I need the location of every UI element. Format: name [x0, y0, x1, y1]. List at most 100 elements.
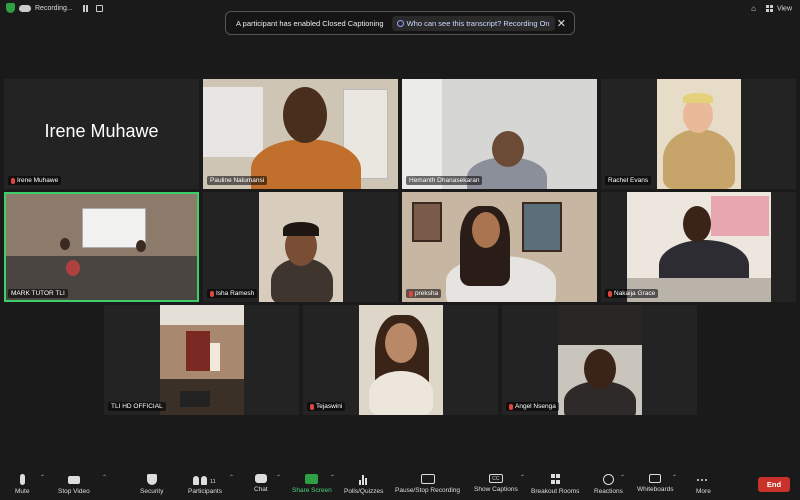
microphone-icon [19, 474, 25, 485]
video-tile[interactable]: Rachel Evans [601, 79, 796, 189]
reactions-label: Reactions [594, 488, 623, 495]
stop-video-label: Stop Video [58, 488, 90, 495]
video-feed [657, 79, 741, 189]
chevron-up-icon[interactable]: ⌃ [330, 474, 335, 481]
video-feed [203, 79, 398, 189]
top-right-controls: ⌂ View [751, 4, 792, 13]
video-tile[interactable]: Angel Nsenga [502, 305, 697, 415]
zoom-meeting-window: Recording... ⌂ View A participant has en… [0, 0, 800, 500]
close-icon[interactable]: ✕ [557, 17, 566, 30]
video-tile-active-speaker[interactable]: MARK TUTOR TLI [4, 192, 199, 302]
mute-button[interactable]: Mute [15, 474, 29, 495]
show-captions-label: Show Captions [474, 486, 518, 493]
breakout-rooms-button[interactable]: Breakout Rooms [531, 474, 579, 495]
caption-message: A participant has enabled Closed Caption… [236, 18, 384, 28]
video-tile[interactable]: Hemanth Dhanasekaran [402, 79, 597, 189]
video-feed [6, 194, 197, 300]
pause-stop-recording-label: Pause/Stop Recording [395, 487, 461, 494]
video-tile[interactable]: Tejaswini [303, 305, 498, 415]
video-feed [359, 305, 443, 415]
smiley-icon [602, 474, 614, 485]
participant-display-name: Irene Muhawe [44, 121, 159, 141]
polls-label: Polls/Quizzes [344, 488, 384, 495]
participants-label: Participants [188, 488, 222, 495]
video-feed [627, 192, 771, 302]
participant-name-label: Angel Nsenga [506, 402, 559, 411]
closed-captions-icon: CC [488, 474, 503, 483]
participant-name-label: MARK TUTOR TLI [8, 289, 68, 298]
security-label: Security [140, 488, 164, 495]
person-icon [396, 19, 404, 27]
more-label: More [696, 488, 711, 495]
whiteboards-button[interactable]: Whiteboards [637, 474, 674, 493]
muted-mic-icon [210, 290, 214, 297]
video-feed [259, 192, 343, 302]
bar-chart-icon [358, 474, 369, 485]
breakout-rooms-label: Breakout Rooms [531, 488, 580, 495]
video-camera-icon [67, 476, 80, 484]
breakout-rooms-icon [550, 474, 560, 485]
video-feed [402, 79, 597, 189]
reactions-button[interactable]: Reactions [594, 474, 623, 495]
more-button[interactable]: More [696, 474, 711, 495]
ellipsis-icon [697, 474, 709, 485]
participant-name-label: Tejaswini [307, 402, 346, 411]
participants-button[interactable]: 11 Participants [188, 474, 222, 495]
participant-name-label: Rachel Evans [605, 176, 652, 185]
share-screen-label: Share Screen [292, 487, 332, 494]
end-meeting-button[interactable]: End [758, 477, 790, 492]
meeting-controls-toolbar: Mute ⌃ Stop Video ⌃ Security 11 Particip… [0, 470, 800, 500]
pause-recording-icon[interactable] [82, 4, 88, 12]
chevron-up-icon[interactable]: ⌃ [229, 474, 234, 481]
muted-mic-icon [11, 177, 15, 184]
participant-name-label: preksha [406, 289, 442, 298]
chevron-up-icon[interactable]: ⌃ [672, 474, 677, 481]
video-feed [402, 192, 597, 302]
whiteboards-label: Whiteboards [637, 486, 674, 493]
chevron-up-icon[interactable]: ⌃ [276, 474, 281, 481]
video-tile[interactable]: Irene Muhawe Irene Muhawe [4, 79, 199, 189]
whiteboard-icon [649, 474, 662, 483]
transcript-info-label: Who can see this transcript? Recording O… [406, 18, 550, 28]
chevron-up-icon[interactable]: ⌃ [620, 474, 625, 481]
participant-name-label: Pauline Nalumansi [207, 176, 268, 185]
shield-icon [146, 474, 157, 485]
muted-mic-icon [310, 403, 314, 410]
pause-stop-icon [420, 474, 435, 484]
video-tile[interactable]: Nakaija Grace [601, 192, 796, 302]
chat-bubble-icon [254, 474, 267, 483]
shield-icon[interactable] [6, 3, 15, 13]
chevron-up-icon[interactable]: ⌃ [40, 474, 45, 481]
fullscreen-icon[interactable]: ⌂ [751, 4, 756, 13]
caption-notification-banner: A participant has enabled Closed Caption… [225, 11, 575, 35]
chevron-up-icon[interactable]: ⌃ [520, 474, 525, 481]
participant-name-label: Irene Muhawe [8, 176, 62, 185]
view-label: View [776, 5, 792, 13]
participants-icon: 11 [192, 474, 217, 485]
show-captions-button[interactable]: CC Show Captions [474, 474, 518, 493]
recording-label: Recording... [35, 4, 73, 12]
video-tile[interactable]: TLI HD OFFICIAL [104, 305, 299, 415]
participant-name-label: Isha Ramesh [207, 289, 258, 298]
security-button[interactable]: Security [140, 474, 163, 495]
chat-button[interactable]: Chat [254, 474, 268, 493]
video-tile[interactable]: Isha Ramesh [203, 192, 398, 302]
video-feed [160, 305, 244, 415]
muted-mic-icon [509, 403, 513, 410]
stop-video-button[interactable]: Stop Video [58, 474, 90, 495]
muted-mic-icon [608, 290, 612, 297]
video-tile[interactable]: preksha [402, 192, 597, 302]
video-feed [558, 305, 642, 415]
participant-name-label: TLI HD OFFICIAL [108, 402, 166, 411]
share-screen-button[interactable]: Share Screen [292, 474, 332, 494]
chat-label: Chat [254, 486, 268, 493]
grid-icon [766, 4, 773, 12]
stop-recording-icon[interactable] [95, 4, 103, 12]
transcript-info-link[interactable]: Who can see this transcript? Recording O… [391, 15, 555, 31]
pause-stop-recording-button[interactable]: Pause/Stop Recording [395, 474, 460, 494]
polls-button[interactable]: Polls/Quizzes [344, 474, 383, 495]
view-button[interactable]: View [766, 4, 792, 13]
chevron-up-icon[interactable]: ⌃ [102, 474, 107, 481]
video-tile[interactable]: Pauline Nalumansi [203, 79, 398, 189]
cloud-icon [19, 4, 31, 12]
